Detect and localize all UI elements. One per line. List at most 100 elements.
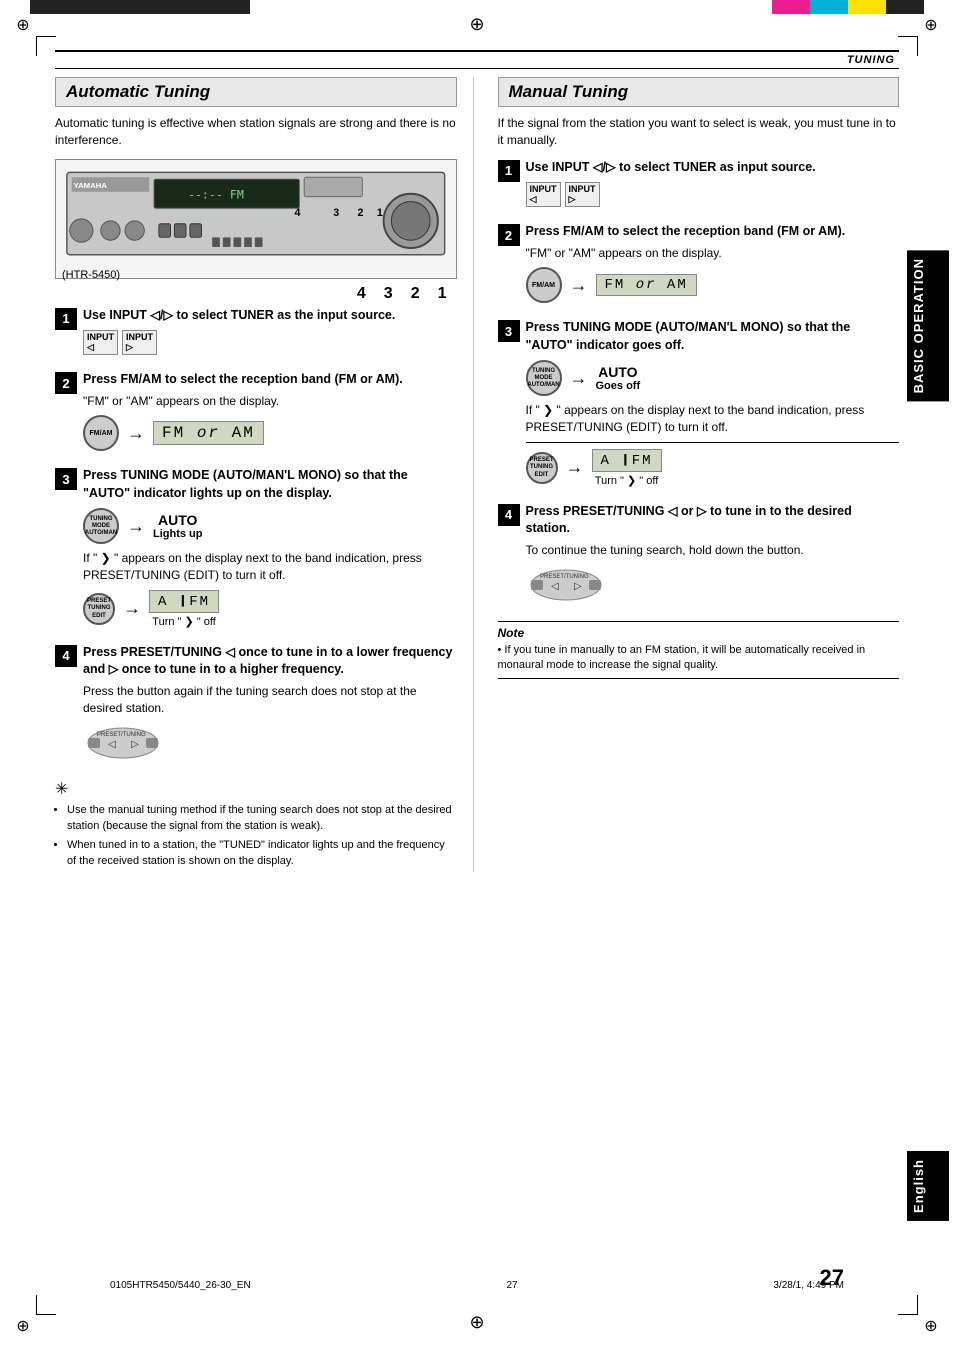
auto-tuning-section: Automatic Tuning Automatic tuning is eff… [55, 77, 474, 872]
auto-step-4: 4 Press PRESET/TUNING ◁ once to tune in … [55, 644, 457, 769]
manual-lcd-preset: A ❙FM [592, 449, 662, 472]
divider-3 [526, 442, 900, 443]
manual-step-2-diagram: FM/AM → FM or AM [526, 267, 900, 303]
step-4-title: Press PRESET/TUNING ◁ once to tune in to… [83, 644, 457, 679]
step-num-3: 3 [55, 468, 77, 490]
content-area: TUNING Automatic Tuning Automatic tuning… [55, 50, 899, 1301]
reg-mark-tr: ⊕ [922, 16, 940, 34]
reg-mark-br: ⊕ [922, 1317, 940, 1335]
svg-text:▷: ▷ [131, 739, 139, 750]
reg-mark-bl: ⊕ [14, 1317, 32, 1335]
turn-label-auto: Turn " ❯ " off [152, 615, 216, 628]
num-3: 3 [384, 285, 393, 303]
auto-indicator: AUTO Lights up [153, 512, 203, 540]
page-number: 27 [820, 1265, 844, 1291]
tip-1: Use the manual tuning method if the tuni… [67, 802, 457, 835]
top-color-bar [0, 0, 954, 14]
auto-tuning-intro: Automatic tuning is effective when stati… [55, 115, 457, 149]
color-cyan [810, 0, 848, 14]
manual-auto-indicator: AUTO Goes off [596, 364, 641, 392]
auto-tuning-title: Automatic Tuning [55, 77, 457, 107]
step-1-title: Use INPUT ◁/▷ to select TUNER as the inp… [83, 307, 457, 325]
svg-text:4: 4 [295, 207, 301, 219]
preset-tuning-svg: ◁ ▷ PRESET/TUNING [83, 723, 163, 763]
lcd-preset: A ❙FM [149, 590, 219, 613]
manual-step-1-diagram: INPUT◁ INPUT▷ [526, 182, 900, 207]
tuning-mode-button: TUNINGMODEAUTO/MAN [83, 508, 119, 544]
manual-step-2-body: "FM" or "AM" appears on the display. [526, 245, 900, 262]
manual-step-2: 2 Press FM/AM to select the reception ba… [498, 223, 900, 309]
corner-mark-tr [898, 36, 918, 56]
manual-auto-word: AUTO [598, 364, 637, 380]
reg-mark-tl: ⊕ [14, 16, 32, 34]
manual-step-2-content: Press FM/AM to select the reception band… [526, 223, 900, 309]
manual-step-4-body: To continue the tuning search, hold down… [526, 542, 900, 559]
manual-step-3-diagram-preset: PRESETTUNINGEDIT → A ❙FM Turn " ❯ " off [526, 449, 900, 487]
two-col-layout: Automatic Tuning Automatic tuning is eff… [55, 77, 899, 872]
step-4-content: Press PRESET/TUNING ◁ once to tune in to… [83, 644, 457, 769]
basic-operation-sidebar: BASIC OPERATION [907, 250, 949, 401]
manual-tuning-section: Manual Tuning If the signal from the sta… [494, 77, 900, 872]
manual-step-1-title: Use INPUT ◁/▷ to select TUNER as input s… [526, 159, 900, 177]
footer-center: 27 [506, 1280, 517, 1291]
step-num-1: 1 [55, 308, 77, 330]
manual-step-1-content: Use INPUT ◁/▷ to select TUNER as input s… [526, 159, 900, 214]
svg-text:3: 3 [333, 207, 339, 219]
manual-preset-edit-button: PRESETTUNINGEDIT [526, 452, 558, 484]
manual-lcd-2: FM or AM [596, 274, 697, 296]
manual-tuning-intro: If the signal from the station you want … [498, 115, 900, 149]
step-num-2: 2 [55, 372, 77, 394]
top-bar-black [30, 0, 250, 14]
step-1-diagram: INPUT◁ INPUT▷ [83, 330, 457, 355]
tips-icon: ✳ [55, 779, 457, 799]
auto-word: AUTO [158, 512, 197, 528]
step-4-diagram: ◁ ▷ PRESET/TUNING [83, 723, 457, 763]
manual-tuning-mode-button: TUNINGMODEAUTO/MAN [526, 360, 562, 396]
step-2-title: Press FM/AM to select the reception band… [83, 371, 457, 389]
top-center-mark: ⊕ [469, 14, 484, 35]
manual-step-4-content: Press PRESET/TUNING ◁ or ▷ to tune in to… [526, 503, 900, 611]
step-2-diagram: FM/AM → FM or AM [83, 415, 457, 451]
manual-step-num-1: 1 [498, 160, 520, 182]
manual-turn-label: Turn " ❯ " off [595, 474, 659, 487]
svg-text:PRESET/TUNING: PRESET/TUNING [540, 574, 589, 580]
manual-step-num-4: 4 [498, 504, 520, 526]
svg-text:◁: ◁ [108, 739, 116, 750]
step-3-body: If " ❯ " appears on the display next to … [83, 550, 457, 584]
manual-step-4: 4 Press PRESET/TUNING ◁ or ▷ to tune in … [498, 503, 900, 611]
step-2-content: Press FM/AM to select the reception band… [83, 371, 457, 457]
manual-preset-tuning-svg: ◁ ▷ PRESET/TUNING [526, 565, 606, 605]
note-title: Note [498, 626, 900, 640]
manual-step-3: 3 Press TUNING MODE (AUTO/MAN'L MONO) so… [498, 319, 900, 493]
arrow: → [127, 423, 145, 444]
svg-text:PRESET/TUNING: PRESET/TUNING [97, 732, 146, 738]
manual-step-4-title: Press PRESET/TUNING ◁ or ▷ to tune in to… [526, 503, 900, 538]
corner-mark-bl [36, 1295, 56, 1315]
num-labels: 4 3 2 1 [55, 285, 457, 303]
step-1-content: Use INPUT ◁/▷ to select TUNER as the inp… [83, 307, 457, 362]
section-header: TUNING [847, 54, 895, 66]
num-1: 1 [438, 285, 447, 303]
manual-arrow-2: → [570, 275, 588, 296]
arrow-preset: → [123, 598, 141, 619]
manual-arrow-3: → [570, 368, 588, 389]
receiver-image: YAMAHA --:-- FM [55, 159, 457, 279]
manual-step-3-content: Press TUNING MODE (AUTO/MAN'L MONO) so t… [526, 319, 900, 493]
manual-arrow-preset: → [566, 457, 584, 478]
step-3-diagram-auto: TUNINGMODEAUTO/MAN → AUTO Lights up [83, 508, 457, 544]
step-3-title: Press TUNING MODE (AUTO/MAN'L MONO) so t… [83, 467, 457, 502]
tips-list: Use the manual tuning method if the tuni… [55, 802, 457, 870]
manual-step-3-title: Press TUNING MODE (AUTO/MAN'L MONO) so t… [526, 319, 900, 354]
manual-fm-am-button: FM/AM [526, 267, 562, 303]
svg-text:▷: ▷ [574, 581, 582, 592]
header-bar: TUNING [55, 50, 899, 69]
svg-text:◁: ◁ [551, 581, 559, 592]
tips-box: ✳ Use the manual tuning method if the tu… [55, 779, 457, 870]
english-sidebar: English [907, 1151, 949, 1221]
manual-step-1: 1 Use INPUT ◁/▷ to select TUNER as input… [498, 159, 900, 214]
color-black-bar [886, 0, 924, 14]
manual-tuning-title: Manual Tuning [498, 77, 900, 107]
manual-step-num-3: 3 [498, 320, 520, 342]
step-num-4: 4 [55, 645, 77, 667]
corner-mark-tl [36, 36, 56, 56]
